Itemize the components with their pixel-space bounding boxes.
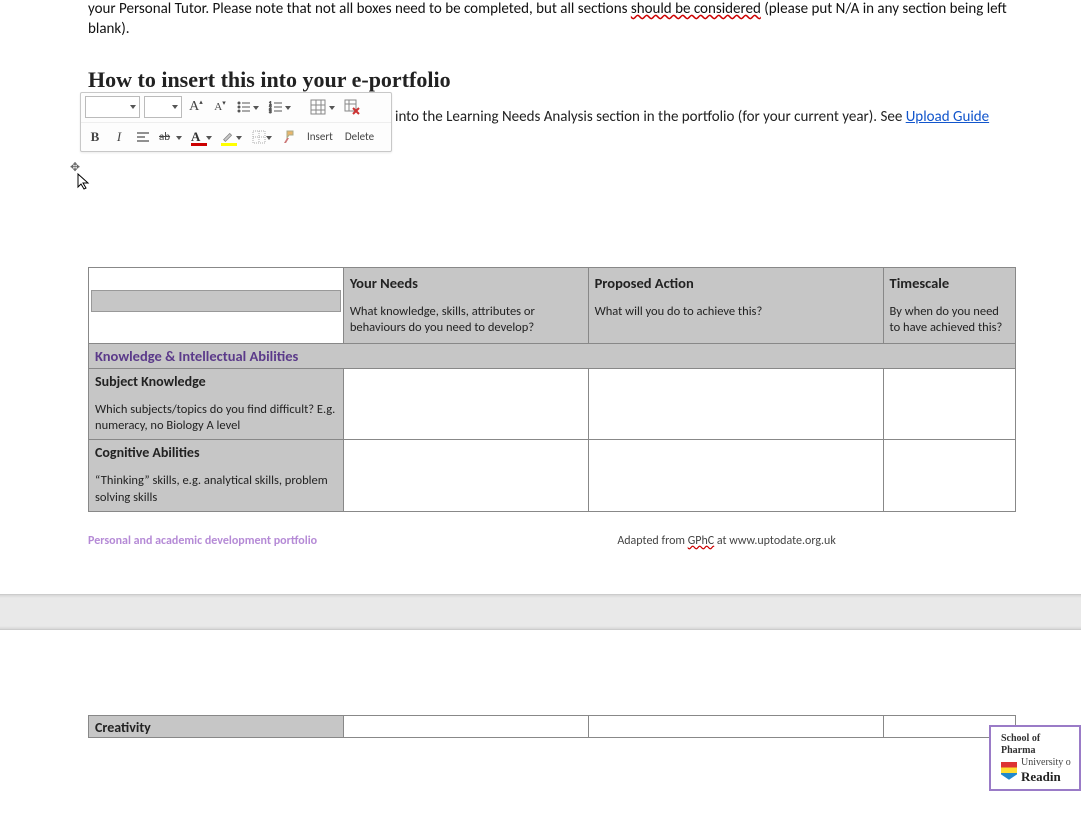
mini-toolbar: A▴ A▾ 123 B I ab A: [80, 92, 392, 152]
cell-action[interactable]: [588, 716, 883, 738]
university-logo-badge: School of Pharma University o Readin: [989, 725, 1081, 791]
table-row[interactable]: Creativity: [89, 716, 1016, 738]
table-delete-button[interactable]: [342, 96, 362, 118]
bold-button[interactable]: B: [85, 126, 105, 148]
header-your-needs[interactable]: Your Needs What knowledge, skills, attri…: [343, 268, 588, 344]
table-grid-icon: [310, 99, 326, 115]
italic-button[interactable]: I: [109, 126, 129, 148]
intro-paragraph: your Personal Tutor. Please note that no…: [88, 0, 1051, 39]
highlight-button[interactable]: [219, 126, 245, 148]
table-insert-button[interactable]: [308, 96, 338, 118]
bullets-icon: [236, 99, 252, 115]
cell-action[interactable]: [588, 368, 883, 440]
toolbar-insert-button[interactable]: Insert: [303, 126, 337, 148]
font-size-combo[interactable]: [144, 96, 182, 118]
font-family-combo[interactable]: [85, 96, 140, 118]
heading-insert-eportfolio: How to insert this into your e-portfolio: [88, 67, 1051, 93]
toolbar-delete-button[interactable]: Delete: [341, 126, 378, 148]
row-creativity[interactable]: Creativity: [89, 716, 344, 738]
highlight-icon: [221, 130, 235, 144]
footer-left-text: Personal and academic development portfo…: [88, 534, 317, 548]
cell-timescale[interactable]: [883, 368, 1015, 440]
paintbrush-icon: [281, 129, 297, 145]
section-knowledge-intellectual[interactable]: Knowledge & Intellectual Abilities: [89, 343, 1016, 368]
bullets-button[interactable]: [234, 96, 262, 118]
footer-right-text: Adapted from GPhC at www.uptodate.org.uk: [617, 534, 835, 548]
header-timescale[interactable]: Timescale By when do you need to have ac…: [883, 268, 1015, 344]
cell-needs[interactable]: [343, 440, 588, 512]
page-footer: Personal and academic development portfo…: [88, 534, 1016, 548]
format-painter-button[interactable]: [279, 126, 299, 148]
mouse-cursor-icon: [77, 173, 91, 191]
page-break: [0, 594, 1081, 630]
header-proposed-action[interactable]: Proposed Action What will you do to achi…: [588, 268, 883, 344]
svg-text:3: 3: [269, 109, 272, 115]
table-header-row: Your Needs What knowledge, skills, attri…: [89, 268, 1016, 344]
font-color-button[interactable]: A: [189, 126, 215, 148]
table-delete-icon: [344, 99, 360, 115]
spellcheck-underline: should be considered: [631, 0, 761, 18]
shield-icon: [1001, 762, 1017, 780]
cell-timescale[interactable]: [883, 440, 1015, 512]
row-cognitive-abilities[interactable]: Cognitive Abilities “Thinking” skills, e…: [89, 440, 344, 512]
learning-needs-table[interactable]: Your Needs What knowledge, skills, attri…: [88, 267, 1016, 512]
strikethrough-button[interactable]: ab: [157, 126, 185, 148]
table-row[interactable]: Cognitive Abilities “Thinking” skills, e…: [89, 440, 1016, 512]
align-button[interactable]: [133, 126, 153, 148]
header-blank-cell[interactable]: [89, 268, 344, 344]
upload-guide-link[interactable]: Upload Guide: [906, 108, 989, 126]
borders-icon: [251, 129, 267, 145]
cell-action[interactable]: [588, 440, 883, 512]
cell-needs[interactable]: [343, 368, 588, 440]
grow-font-button[interactable]: A▴: [186, 96, 206, 118]
numbering-icon: 123: [268, 99, 284, 115]
row-subject-knowledge[interactable]: Subject Knowledge Which subjects/topics …: [89, 368, 344, 440]
numbering-button[interactable]: 123: [266, 96, 294, 118]
cell-needs[interactable]: [343, 716, 588, 738]
table-row[interactable]: Subject Knowledge Which subjects/topics …: [89, 368, 1016, 440]
align-icon: [135, 129, 151, 145]
shrink-font-button[interactable]: A▾: [210, 96, 230, 118]
learning-needs-table-continued[interactable]: Creativity: [88, 715, 1016, 738]
upload-guide-paragraph: into the Learning Needs Analysis section…: [395, 108, 1055, 126]
borders-button[interactable]: [249, 126, 275, 148]
